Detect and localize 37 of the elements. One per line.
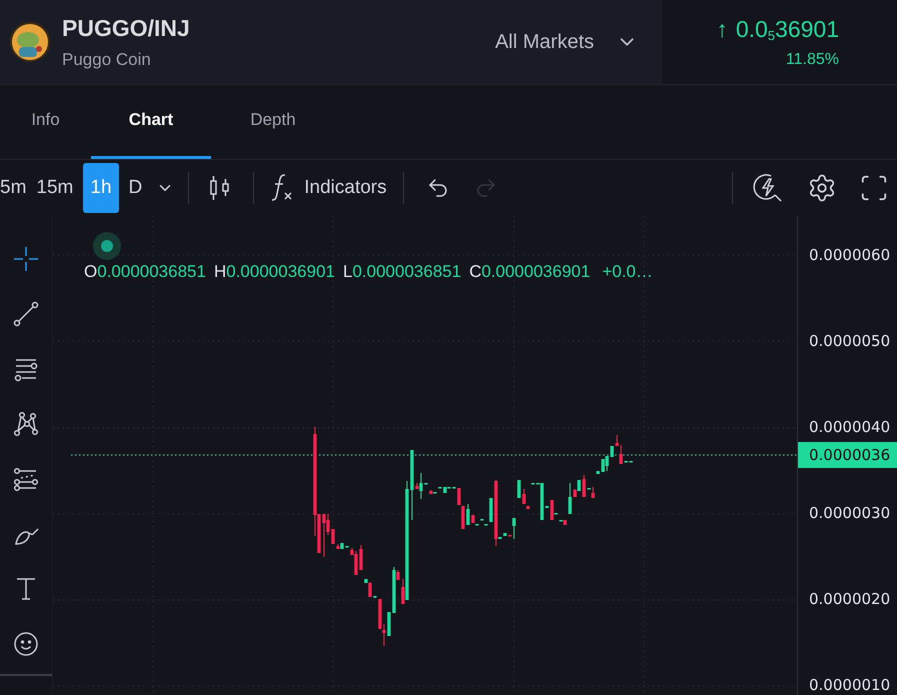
- settings-icon: [807, 173, 837, 203]
- price-tick-label: 0.0000060: [809, 246, 890, 264]
- ohlc-value: C0.0000036901: [469, 262, 590, 282]
- ohlc-value: H0.0000036901: [214, 262, 335, 282]
- pattern-icon: [13, 411, 39, 437]
- ohlc-value: L0.0000036851: [342, 262, 462, 282]
- tab[interactable]: Depth: [211, 85, 335, 159]
- function-icon: [270, 174, 294, 202]
- market-selector[interactable]: All Markets: [495, 30, 662, 54]
- interval-button[interactable]: 15m: [26, 163, 84, 213]
- interval-button[interactable]: D: [118, 163, 152, 213]
- tab[interactable]: Info: [0, 85, 91, 159]
- current-price-label: 0.0000036: [798, 442, 897, 468]
- price-tick-label: 0.0000020: [809, 590, 890, 608]
- interval-button[interactable]: 5m: [0, 163, 26, 213]
- price-tick-label: 0.0000050: [809, 332, 890, 350]
- indicators-button[interactable]: Indicators: [266, 170, 391, 206]
- price-arrow: ↑: [716, 16, 728, 42]
- coin-logo-icon: [10, 22, 50, 62]
- live-status-icon: [92, 231, 122, 261]
- ohlc-change: +0.0…: [602, 262, 653, 282]
- ohlc-value: O0.0000036851: [84, 262, 206, 282]
- last-price: 0.0$_{5}$36901: [736, 16, 839, 42]
- candles-icon: [209, 175, 232, 201]
- price-tick-label: 0.0000040: [809, 418, 890, 436]
- fib-levels-icon: [13, 466, 39, 492]
- price-tick-label: 0.0000030: [809, 504, 890, 522]
- emoji-icon: [13, 631, 39, 657]
- tab[interactable]: Chart: [91, 85, 211, 159]
- crosshair-icon: [13, 246, 39, 272]
- coin-name: Puggo Coin: [62, 50, 152, 70]
- pair-title: PUGGO/INJ: [62, 14, 190, 42]
- price-change: 11.85%: [786, 50, 839, 68]
- lightning-search-icon: [753, 173, 783, 203]
- fullscreen-icon: [859, 173, 889, 203]
- trend-line-icon: [13, 301, 39, 327]
- price-tick-label: 0.0000010: [809, 676, 890, 694]
